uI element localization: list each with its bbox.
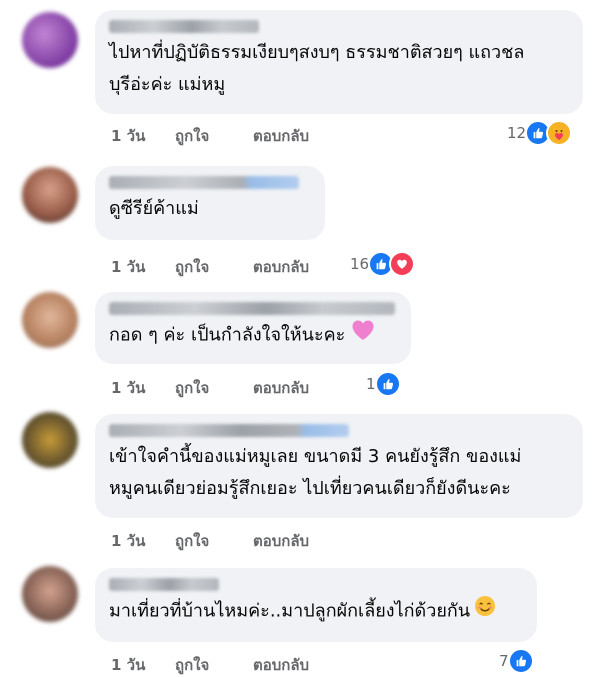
like-button[interactable]: ถูกใจ: [175, 124, 253, 148]
comment-body: มาเที่ยวที่บ้านไหมค่ะ..มาปลูกผักเลี้ยงไก…: [109, 600, 471, 622]
timestamp[interactable]: 1 วัน: [111, 376, 175, 400]
like-button[interactable]: ถูกใจ: [175, 255, 253, 279]
reply-button[interactable]: ตอบกลับ: [253, 124, 363, 148]
pink-heart-icon: [351, 319, 375, 352]
comment-line: ไปหาที่ปฏิบัติธรรมเงียบๆสงบๆ ธรรมชาติสวย…: [109, 42, 525, 63]
comment-bubble: ดูซีรีย์ค้าแม่: [95, 166, 325, 240]
reply-button[interactable]: ตอบกลับ: [253, 529, 363, 553]
reply-button[interactable]: ตอบกลับ: [253, 653, 363, 677]
author-name[interactable]: [109, 176, 299, 189]
comment-text: กอด ๆ ค่ะ เป็นกำลังใจให้นะคะ: [109, 319, 397, 352]
author-name[interactable]: [109, 302, 395, 315]
comment-actions: 1 วัน ถูกใจ ตอบกลับ: [111, 255, 363, 279]
author-name[interactable]: [109, 20, 259, 33]
comment-actions: 1 วัน ถูกใจ ตอบกลับ: [111, 124, 363, 148]
comment-bubble: ไปหาที่ปฏิบัติธรรมเงียบๆสงบๆ ธรรมชาติสวย…: [95, 10, 583, 114]
timestamp[interactable]: 1 วัน: [111, 124, 175, 148]
smiling-face-icon: [474, 595, 496, 628]
reply-button[interactable]: ตอบกลับ: [253, 376, 363, 400]
reaction-count: 12: [507, 124, 527, 142]
care-icon: [546, 120, 573, 146]
like-button[interactable]: ถูกใจ: [175, 376, 253, 400]
avatar[interactable]: [22, 292, 78, 348]
author-name[interactable]: [109, 578, 219, 591]
comment-body: กอด ๆ ค่ะ เป็นกำลังใจให้นะคะ: [109, 324, 346, 346]
comment-text: มาเที่ยวที่บ้านไหมค่ะ..มาปลูกผักเลี้ยงไก…: [109, 595, 523, 628]
reaction-summary[interactable]: 1: [366, 371, 401, 397]
love-icon: [389, 251, 416, 277]
reply-button[interactable]: ตอบกลับ: [253, 255, 363, 279]
reaction-count: 16: [350, 255, 370, 273]
reaction-summary[interactable]: 16: [350, 251, 416, 277]
avatar[interactable]: [22, 566, 78, 622]
comment-text: ดูซีรีย์ค้าแม่: [109, 198, 199, 219]
comment-actions: 1 วัน ถูกใจ ตอบกลับ: [111, 653, 363, 677]
comment-actions: 1 วัน ถูกใจ ตอบกลับ: [111, 529, 363, 553]
like-button[interactable]: ถูกใจ: [175, 653, 253, 677]
like-icon: [507, 648, 534, 674]
comment-text: เข้าใจคำนี้ของแม่หมูเลย ขนาดมี 3 คนยังรู…: [109, 441, 569, 505]
avatar[interactable]: [22, 12, 78, 68]
comment-bubble: กอด ๆ ค่ะ เป็นกำลังใจให้นะคะ: [95, 292, 411, 364]
author-name[interactable]: [109, 424, 349, 437]
timestamp[interactable]: 1 วัน: [111, 255, 175, 279]
avatar[interactable]: [22, 167, 78, 223]
timestamp[interactable]: 1 วัน: [111, 653, 175, 677]
like-icon: [374, 371, 401, 397]
comment-actions: 1 วัน ถูกใจ ตอบกลับ: [111, 376, 363, 400]
comment-line: หมูคนเดียวย่อมรู้สึกเยอะ ไปเที่ยวคนเดียว…: [109, 478, 511, 499]
comment-bubble: เข้าใจคำนี้ของแม่หมูเลย ขนาดมี 3 คนยังรู…: [95, 414, 583, 518]
reaction-summary[interactable]: 12: [507, 120, 573, 146]
like-button[interactable]: ถูกใจ: [175, 529, 253, 553]
timestamp[interactable]: 1 วัน: [111, 529, 175, 553]
comment-line: เข้าใจคำนี้ของแม่หมูเลย ขนาดมี 3 คนยังรู…: [109, 446, 522, 467]
comment-line: บุรีอ่ะค่ะ แม่หมู: [109, 74, 226, 95]
comment-text: ไปหาที่ปฏิบัติธรรมเงียบๆสงบๆ ธรรมชาติสวย…: [109, 37, 569, 101]
comment-bubble: มาเที่ยวที่บ้านไหมค่ะ..มาปลูกผักเลี้ยงไก…: [95, 568, 537, 642]
reaction-summary[interactable]: 7: [499, 648, 534, 674]
avatar[interactable]: [22, 412, 78, 468]
